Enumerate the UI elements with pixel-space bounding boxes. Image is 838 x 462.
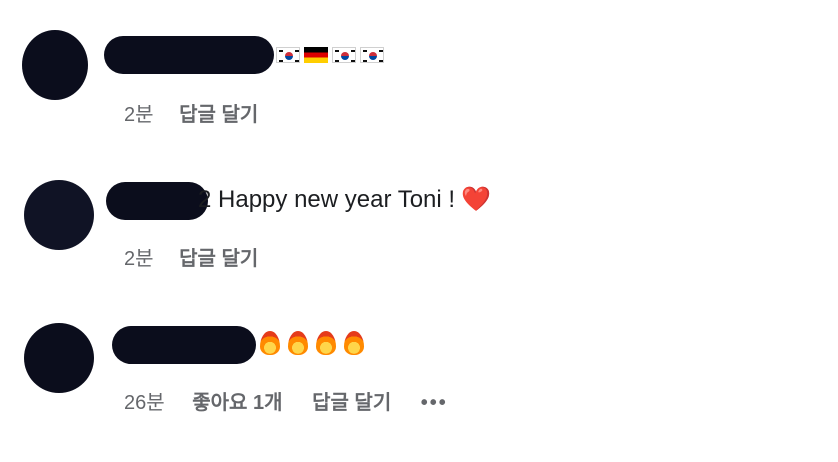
timestamp[interactable]: 26분 xyxy=(124,389,165,417)
redacted-username[interactable] xyxy=(112,326,256,364)
reply-button[interactable]: 답글 달기 xyxy=(312,389,391,417)
more-options-icon[interactable]: ••• xyxy=(421,389,448,417)
fire-icon xyxy=(286,329,310,357)
comment-3: 26분 좋아요 1개 답글 달기 ••• xyxy=(0,0,838,462)
fire-icon xyxy=(314,329,338,357)
likes-count[interactable]: 좋아요 1개 xyxy=(192,389,282,417)
fire-icon xyxy=(342,329,366,357)
fire-icon xyxy=(258,329,282,357)
comment-meta: 26분 좋아요 1개 답글 달기 ••• xyxy=(124,389,448,417)
comment-emojis xyxy=(258,326,370,358)
avatar[interactable] xyxy=(24,323,94,393)
